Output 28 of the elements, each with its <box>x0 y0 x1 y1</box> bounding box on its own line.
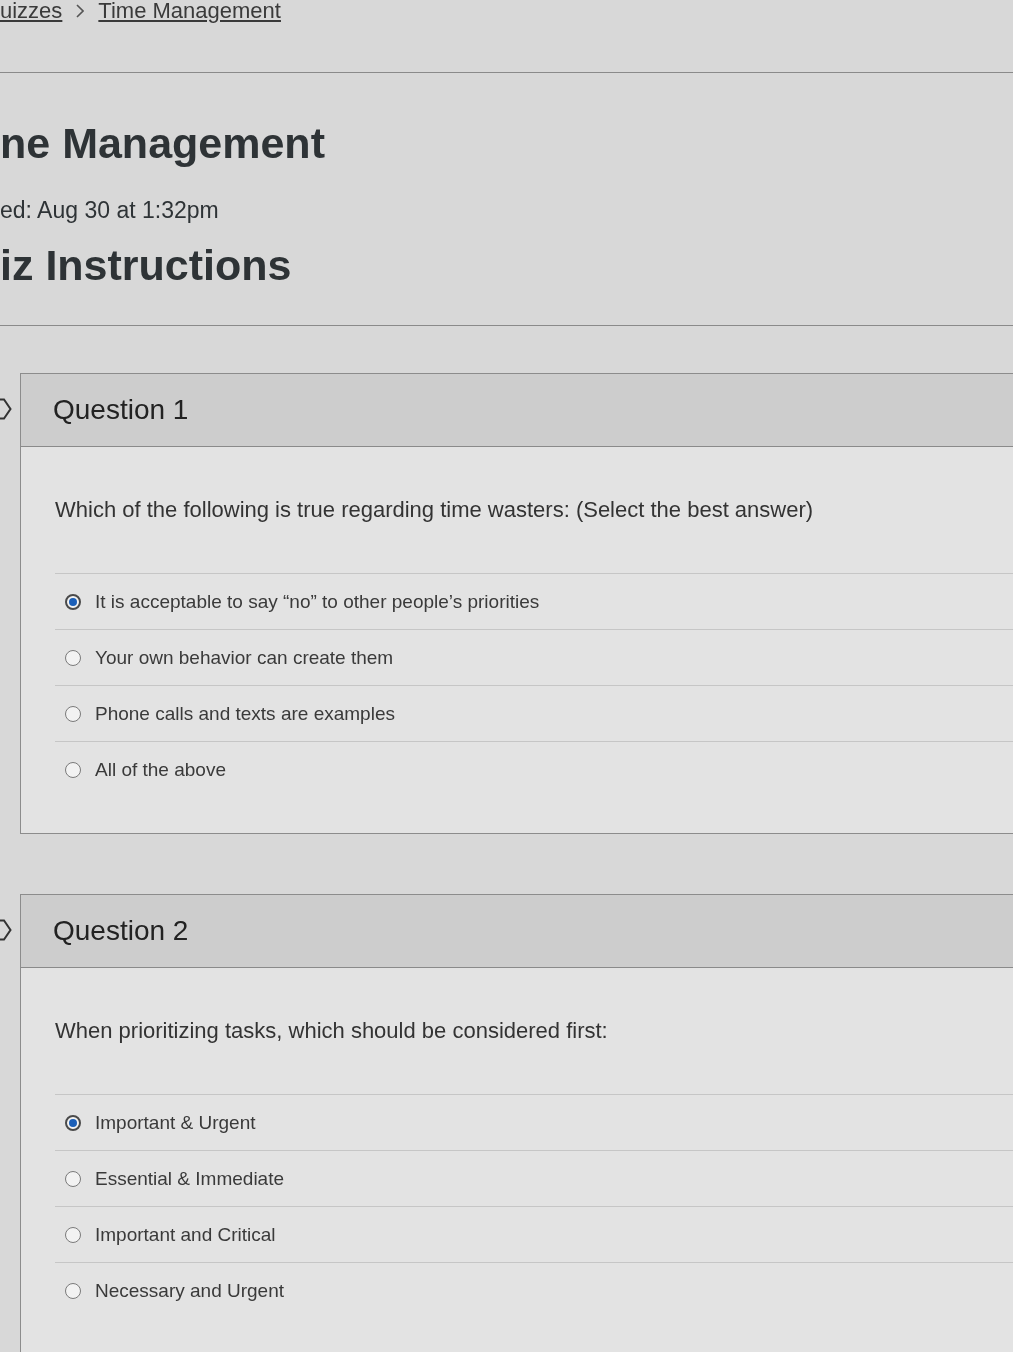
answer-label[interactable]: Important & Urgent <box>95 1111 256 1134</box>
radio-button[interactable] <box>65 761 81 778</box>
radio-button[interactable] <box>65 1170 81 1187</box>
answer-label[interactable]: It is acceptable to say “no” to other people’s priorities <box>95 590 540 613</box>
answer-label[interactable]: Phone calls and texts are examples <box>95 702 395 725</box>
question-text: Which of the following is true regarding time wasters: (Select the best answer) <box>55 496 815 524</box>
tag-icon[interactable] <box>0 398 12 420</box>
radio-button[interactable] <box>65 1114 81 1131</box>
section-heading: iz Instructions <box>0 240 293 291</box>
question-title: Question 1 <box>53 394 189 426</box>
tag-icon[interactable] <box>0 919 12 941</box>
chevron-icon <box>76 4 85 18</box>
page-title: ne Management <box>0 118 326 169</box>
radio-button[interactable] <box>65 1282 81 1299</box>
breadcrumb-link[interactable]: Time Management <box>98 0 281 22</box>
published-date: ed: Aug 30 at 1:32pm <box>0 196 220 225</box>
radio-button[interactable] <box>65 705 81 722</box>
question-text: When prioritizing tasks, which should be considered first: <box>55 1017 609 1045</box>
answer-label[interactable]: All of the above <box>95 758 226 781</box>
answer-label[interactable]: Your own behavior can create them <box>95 646 394 669</box>
breadcrumb-link[interactable]: uizzes <box>0 0 63 22</box>
radio-button[interactable] <box>65 593 81 610</box>
question-title: Question 2 <box>53 915 189 947</box>
radio-button[interactable] <box>65 1226 81 1243</box>
answer-label[interactable]: Necessary and Urgent <box>95 1279 285 1302</box>
answer-label[interactable]: Essential & Immediate <box>95 1167 285 1190</box>
radio-button[interactable] <box>65 649 81 666</box>
answer-label[interactable]: Important and Critical <box>95 1223 276 1246</box>
